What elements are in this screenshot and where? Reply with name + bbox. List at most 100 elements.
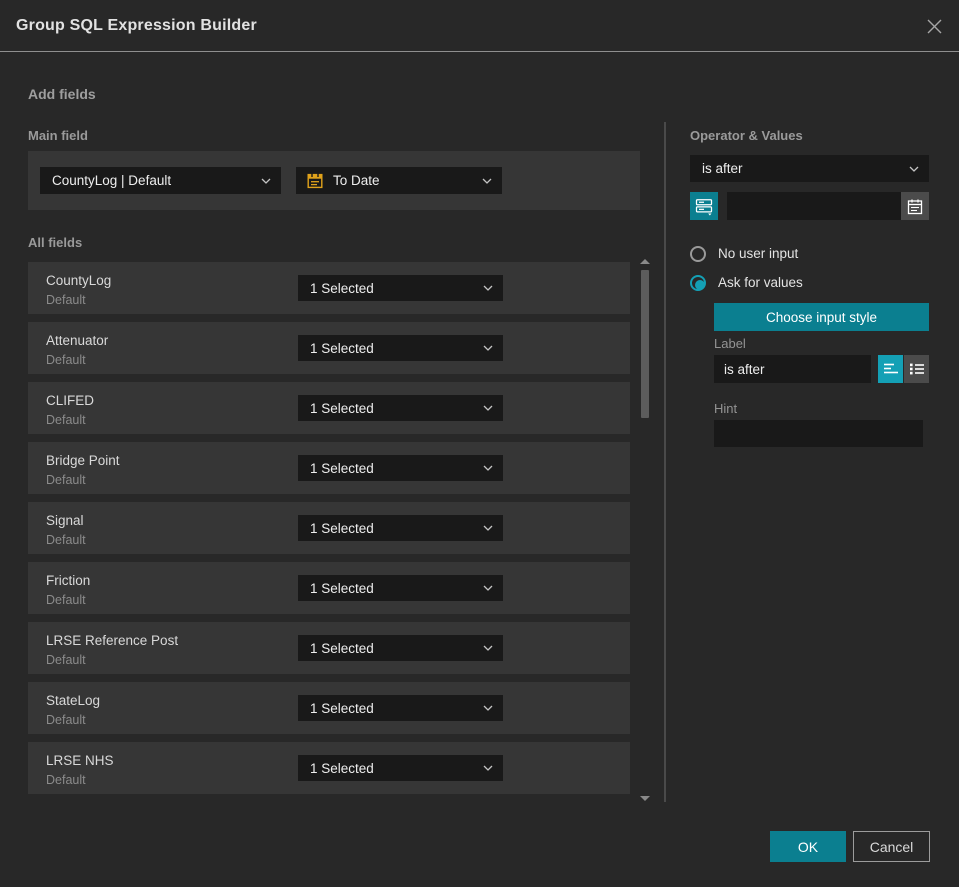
label-caption: Label: [714, 336, 746, 351]
field-row: CountyLog Default 1 Selected: [28, 262, 630, 314]
cancel-button[interactable]: Cancel: [853, 831, 930, 862]
field-name: CLIFED: [46, 393, 95, 408]
radio-unselected-icon: [690, 245, 706, 262]
radio-no-user-input[interactable]: No user input: [690, 245, 798, 262]
dialog-header: Group SQL Expression Builder: [0, 0, 959, 52]
field-subtitle: Default: [46, 773, 86, 787]
field-name: CountyLog: [46, 273, 112, 288]
field-name: Bridge Point: [46, 453, 120, 468]
chevron-down-icon: [483, 405, 493, 411]
main-field-select[interactable]: CountyLog | Default: [40, 167, 281, 194]
scroll-down-arrow-icon[interactable]: [640, 796, 650, 801]
field-row: Friction Default 1 Selected: [28, 562, 630, 614]
main-field-panel: CountyLog | Default To Date: [28, 151, 640, 210]
chevron-down-icon: [483, 345, 493, 351]
chevron-down-icon: [482, 178, 492, 184]
value-type-button[interactable]: [690, 192, 718, 220]
dialog-title: Group SQL Expression Builder: [16, 16, 257, 34]
field-row: LRSE NHS Default 1 Selected: [28, 742, 630, 794]
scroll-up-arrow-icon[interactable]: [640, 259, 650, 264]
close-button[interactable]: [917, 9, 951, 43]
field-values-select[interactable]: 1 Selected: [298, 395, 503, 421]
field-values-select[interactable]: 1 Selected: [298, 515, 503, 541]
chevron-down-icon: [483, 465, 493, 471]
chevron-down-icon: [483, 585, 493, 591]
calendar-icon: [906, 197, 924, 216]
field-row: Attenuator Default 1 Selected: [28, 322, 630, 374]
chevron-down-icon: [483, 645, 493, 651]
field-subtitle: Default: [46, 413, 86, 427]
field-row: LRSE Reference Post Default 1 Selected: [28, 622, 630, 674]
field-subtitle: Default: [46, 473, 86, 487]
chevron-down-icon: [483, 705, 493, 711]
ok-button[interactable]: OK: [770, 831, 846, 862]
field-values-select-value: 1 Selected: [310, 700, 374, 716]
field-subtitle: Default: [46, 653, 86, 667]
field-name: Friction: [46, 573, 91, 588]
field-values-select[interactable]: 1 Selected: [298, 335, 503, 361]
field-values-select-value: 1 Selected: [310, 280, 374, 296]
align-left-icon: [882, 361, 900, 377]
chevron-down-icon: [483, 525, 493, 531]
main-field-label: Main field: [28, 128, 88, 143]
field-values-select-value: 1 Selected: [310, 760, 374, 776]
field-values-select[interactable]: 1 Selected: [298, 755, 503, 781]
date-picker-button[interactable]: [901, 192, 929, 220]
bulleted-list-icon: [908, 361, 926, 377]
operator-select-value: is after: [702, 161, 743, 176]
input-style-list-toggle[interactable]: [904, 355, 929, 383]
panel-divider: [664, 122, 666, 802]
add-fields-heading: Add fields: [28, 86, 96, 102]
field-values-select[interactable]: 1 Selected: [298, 695, 503, 721]
stacked-rows-icon: [694, 196, 714, 216]
field-values-select[interactable]: 1 Selected: [298, 575, 503, 601]
field-row: Bridge Point Default 1 Selected: [28, 442, 630, 494]
field-values-select[interactable]: 1 Selected: [298, 455, 503, 481]
scrollbar-thumb[interactable]: [641, 270, 649, 418]
radio-label: Ask for values: [718, 275, 803, 290]
chevron-down-icon: [909, 166, 919, 172]
field-values-select[interactable]: 1 Selected: [298, 635, 503, 661]
field-row: CLIFED Default 1 Selected: [28, 382, 630, 434]
radio-ask-for-values[interactable]: Ask for values: [690, 274, 803, 291]
radio-selected-icon: [690, 274, 706, 291]
list-scrollbar[interactable]: [637, 257, 653, 803]
field-row: Signal Default 1 Selected: [28, 502, 630, 554]
hint-caption: Hint: [714, 401, 738, 416]
field-values-select-value: 1 Selected: [310, 640, 374, 656]
field-name: LRSE Reference Post: [46, 633, 179, 648]
field-row: StateLog Default 1 Selected: [28, 682, 630, 734]
field-values-select-value: 1 Selected: [310, 520, 374, 536]
field-subtitle: Default: [46, 533, 86, 547]
operator-values-heading: Operator & Values: [690, 128, 803, 143]
group-sql-expression-builder-dialog: Group SQL Expression Builder Add fields …: [0, 0, 959, 887]
chevron-down-icon: [261, 178, 271, 184]
field-name: Signal: [46, 513, 84, 528]
choose-input-style-button[interactable]: Choose input style: [714, 303, 929, 331]
radio-label: No user input: [718, 246, 799, 261]
field-subtitle: Default: [46, 353, 86, 367]
label-input[interactable]: [714, 355, 871, 383]
chevron-down-icon: [483, 285, 493, 291]
field-name: LRSE NHS: [46, 753, 114, 768]
main-field-select-value: CountyLog | Default: [52, 173, 172, 188]
field-values-select[interactable]: 1 Selected: [298, 275, 503, 301]
field-values-select-value: 1 Selected: [310, 460, 374, 476]
field-name: Attenuator: [46, 333, 109, 348]
field-name: StateLog: [46, 693, 101, 708]
field-subtitle: Default: [46, 713, 86, 727]
all-fields-label: All fields: [28, 235, 83, 250]
operator-select[interactable]: is after: [690, 155, 929, 182]
field-values-select-value: 1 Selected: [310, 340, 374, 356]
date-value-input[interactable]: [727, 192, 929, 220]
input-style-text-toggle[interactable]: [878, 355, 903, 383]
hint-input[interactable]: [714, 420, 923, 447]
main-date-select[interactable]: To Date: [296, 167, 502, 194]
close-icon: [926, 18, 943, 35]
field-values-select-value: 1 Selected: [310, 400, 374, 416]
field-subtitle: Default: [46, 593, 86, 607]
main-date-select-value: To Date: [333, 173, 380, 188]
chevron-down-icon: [483, 765, 493, 771]
field-values-select-value: 1 Selected: [310, 580, 374, 596]
field-subtitle: Default: [46, 293, 86, 307]
